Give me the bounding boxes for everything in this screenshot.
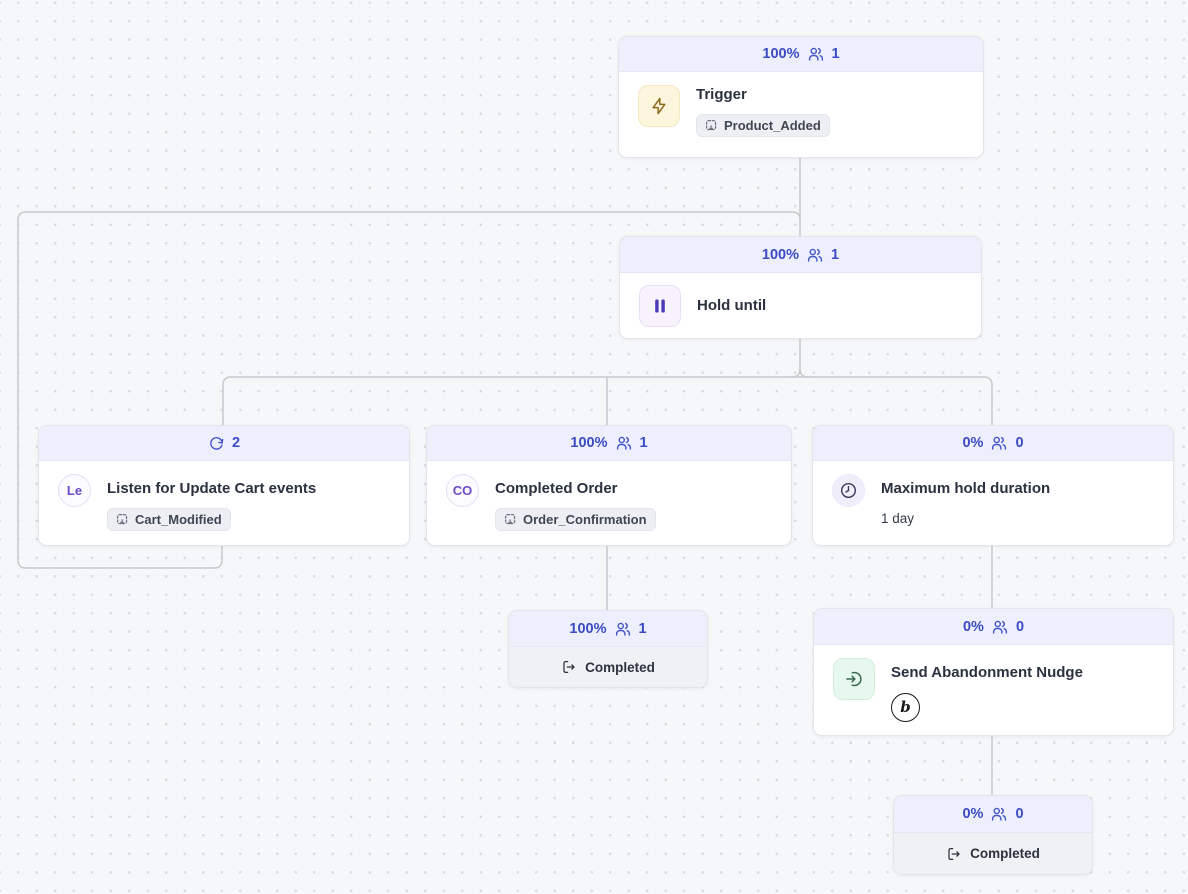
count-value: 0	[1015, 806, 1023, 822]
node-title: Trigger	[696, 85, 747, 105]
percent-value: 0%	[962, 806, 983, 822]
users-icon	[614, 620, 632, 638]
count-value: 1	[832, 46, 840, 62]
loop-icon	[208, 435, 225, 452]
clock-icon	[832, 474, 865, 507]
users-icon	[615, 434, 633, 452]
loop-count-value: 2	[232, 435, 240, 451]
node-content: Trigger Product_Added	[619, 72, 983, 157]
count-value: 1	[831, 247, 839, 263]
users-icon	[990, 434, 1008, 452]
edge-hold-stub	[792, 337, 800, 377]
event-badge[interactable]: Order_Confirmation	[495, 508, 656, 531]
count-value: 1	[640, 435, 648, 451]
hold-duration-value: 1 day	[881, 511, 914, 526]
node-stats: 100% 1	[509, 611, 707, 647]
event-selector-icon	[705, 119, 718, 132]
node-listen-update-cart[interactable]: 2 Le Listen for Update Cart events Cart_…	[38, 425, 410, 546]
event-badge-label: Order_Confirmation	[523, 512, 647, 527]
node-stats: 0% 0	[814, 609, 1173, 645]
node-exit-completed-mid[interactable]: 100% 1 Completed	[508, 610, 708, 688]
braze-logo-icon: b	[891, 693, 920, 722]
percent-value: 100%	[762, 247, 799, 263]
enter-action-icon	[833, 658, 875, 700]
node-title: Hold until	[697, 296, 766, 316]
node-stats: 0% 0	[894, 796, 1092, 833]
users-icon	[806, 246, 824, 264]
exit-label: Completed	[585, 660, 655, 675]
node-title: Send Abandonment Nudge	[891, 663, 1083, 683]
node-content: Completed	[509, 647, 707, 687]
node-content: Maximum hold duration 1 day	[813, 461, 1173, 545]
node-avatar: CO	[446, 474, 479, 507]
users-icon	[990, 805, 1008, 823]
node-content: Send Abandonment Nudge b	[814, 645, 1173, 735]
edge-branch-bracket	[223, 377, 992, 425]
event-selector-icon	[116, 513, 129, 526]
event-badge[interactable]: Cart_Modified	[107, 508, 231, 531]
node-exit-completed-bottom[interactable]: 0% 0 Completed	[893, 795, 1093, 875]
percent-value: 0%	[962, 435, 983, 451]
node-trigger[interactable]: 100% 1 Trigger Product_Added	[618, 36, 984, 158]
node-hold-until[interactable]: 100% 1 Hold until	[619, 236, 982, 339]
percent-value: 100%	[762, 46, 799, 62]
node-send-abandonment-nudge[interactable]: 0% 0 Send Abandonment Nudge b	[813, 608, 1174, 736]
count-value: 0	[1016, 619, 1024, 635]
event-badge-label: Cart_Modified	[135, 512, 222, 527]
node-avatar: Le	[58, 474, 91, 507]
node-stats: 2	[39, 426, 409, 461]
users-icon	[991, 618, 1009, 636]
edge-hold-stub-fillet	[800, 369, 808, 377]
node-stats: 0% 0	[813, 426, 1173, 461]
pause-icon	[639, 285, 681, 327]
exit-icon	[561, 659, 577, 675]
node-content: CO Completed Order Order_Confirmation	[427, 461, 791, 545]
users-icon	[807, 45, 825, 63]
node-title: Maximum hold duration	[881, 479, 1050, 499]
bolt-icon	[638, 85, 680, 127]
node-stats: 100% 1	[427, 426, 791, 461]
exit-icon	[946, 846, 962, 862]
event-selector-icon	[504, 513, 517, 526]
node-content: Le Listen for Update Cart events Cart_Mo…	[39, 461, 409, 545]
count-value: 1	[639, 621, 647, 637]
node-stats: 100% 1	[620, 237, 981, 273]
node-content: Completed	[894, 833, 1092, 874]
exit-label: Completed	[970, 846, 1040, 861]
percent-value: 100%	[570, 435, 607, 451]
node-completed-order[interactable]: 100% 1 CO Completed Order Order_Confirma…	[426, 425, 792, 546]
node-maximum-hold-duration[interactable]: 0% 0 Maximum hold duration 1 day	[812, 425, 1174, 546]
event-badge[interactable]: Product_Added	[696, 114, 830, 137]
node-title: Listen for Update Cart events	[107, 479, 316, 499]
node-title: Completed Order	[495, 479, 618, 499]
percent-value: 100%	[569, 621, 606, 637]
node-stats: 100% 1	[619, 37, 983, 72]
node-content: Hold until	[620, 273, 981, 338]
percent-value: 0%	[963, 619, 984, 635]
event-badge-label: Product_Added	[724, 118, 821, 133]
count-value: 0	[1015, 435, 1023, 451]
